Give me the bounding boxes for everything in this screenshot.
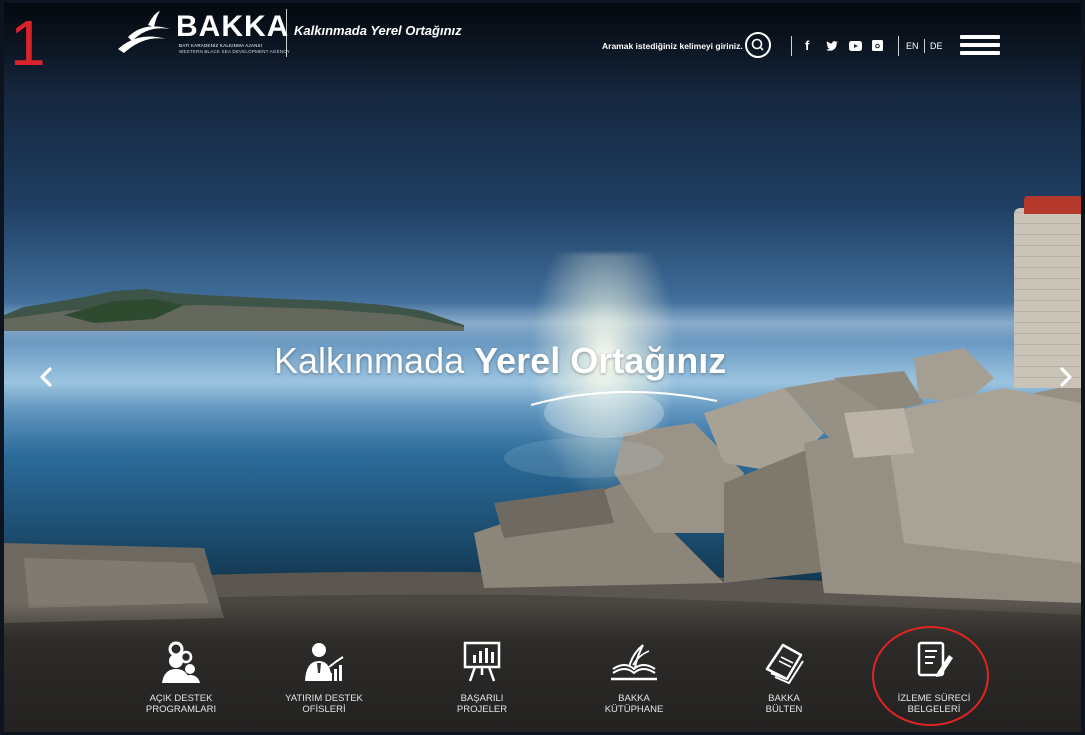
header-divider xyxy=(791,36,792,56)
header-divider xyxy=(898,36,899,56)
library-book-icon xyxy=(611,644,657,681)
tile-label: BAŞARILI PROJELER xyxy=(456,693,508,715)
facebook-icon[interactable]: f xyxy=(805,38,809,53)
menu-bar xyxy=(960,51,1000,55)
twitter-icon[interactable] xyxy=(826,41,838,51)
youtube-icon[interactable] xyxy=(849,41,862,51)
tile-label: BAKKA BÜLTEN xyxy=(765,693,803,715)
logo-subtitle-en: WESTERN BLACK SEA DEVELOPMENT AGENCY xyxy=(179,49,290,54)
instagram-icon[interactable] xyxy=(872,40,883,51)
bulletin-book-icon xyxy=(765,643,804,685)
presentation-chart-icon xyxy=(463,641,501,682)
chevron-left-icon[interactable] xyxy=(36,365,56,389)
tile-acik-destek-programlari[interactable]: AÇIK DESTEK PROGRAMLARI xyxy=(126,639,236,729)
bakka-logo-icon[interactable] xyxy=(114,9,176,57)
tile-bakka-kutuphane[interactable]: BAKKA KÜTÜPHANE xyxy=(579,639,689,729)
investment-office-icon xyxy=(305,643,344,681)
tile-label: AÇIK DESTEK PROGRAMLARI xyxy=(145,693,217,715)
logo-name[interactable]: BAKKA xyxy=(176,11,289,43)
hero-slider: BAKKA BATI KARADENİZ KALKINMA AJANSI WES… xyxy=(4,3,1081,732)
tile-label: BAKKA KÜTÜPHANE xyxy=(604,693,664,715)
tile-bakka-bulten[interactable]: BAKKA BÜLTEN xyxy=(729,639,839,729)
lighthouse-image xyxy=(1014,196,1081,388)
highlight-circle-annotation xyxy=(872,626,989,726)
search-button[interactable] xyxy=(745,32,771,58)
chevron-right-icon[interactable] xyxy=(1056,365,1076,389)
hero-title-bold: Yerel Ortağınız xyxy=(474,340,727,381)
hero-title-light: Kalkınmada xyxy=(274,340,465,381)
hero-title: Kalkınmada Yerel Ortağınız xyxy=(274,340,726,382)
menu-bar xyxy=(960,35,1000,39)
hero-swoosh-icon xyxy=(530,390,718,406)
tile-basarili-projeler[interactable]: BAŞARILI PROJELER xyxy=(427,639,537,729)
lang-en-link[interactable]: EN xyxy=(906,41,919,51)
logo-divider xyxy=(286,9,287,57)
lang-de-link[interactable]: DE xyxy=(930,41,943,51)
search-input[interactable]: Aramak istediğiniz kelimeyi giriniz. xyxy=(602,41,743,51)
menu-bar xyxy=(960,43,1000,47)
step-number-annotation: 1 xyxy=(10,7,46,79)
hamburger-menu-button[interactable] xyxy=(960,34,1000,56)
logo-subtitle-tr: BATI KARADENİZ KALKINMA AJANSI xyxy=(179,43,263,48)
support-programs-icon xyxy=(162,641,200,683)
tagline: Kalkınmada Yerel Ortağınız xyxy=(294,23,462,38)
tile-yatirim-destek-ofisleri[interactable]: YATIRIM DESTEK OFİSLERİ xyxy=(269,639,379,729)
lang-divider xyxy=(924,39,925,53)
search-icon xyxy=(751,38,764,51)
tile-label: YATIRIM DESTEK OFİSLERİ xyxy=(285,693,363,715)
